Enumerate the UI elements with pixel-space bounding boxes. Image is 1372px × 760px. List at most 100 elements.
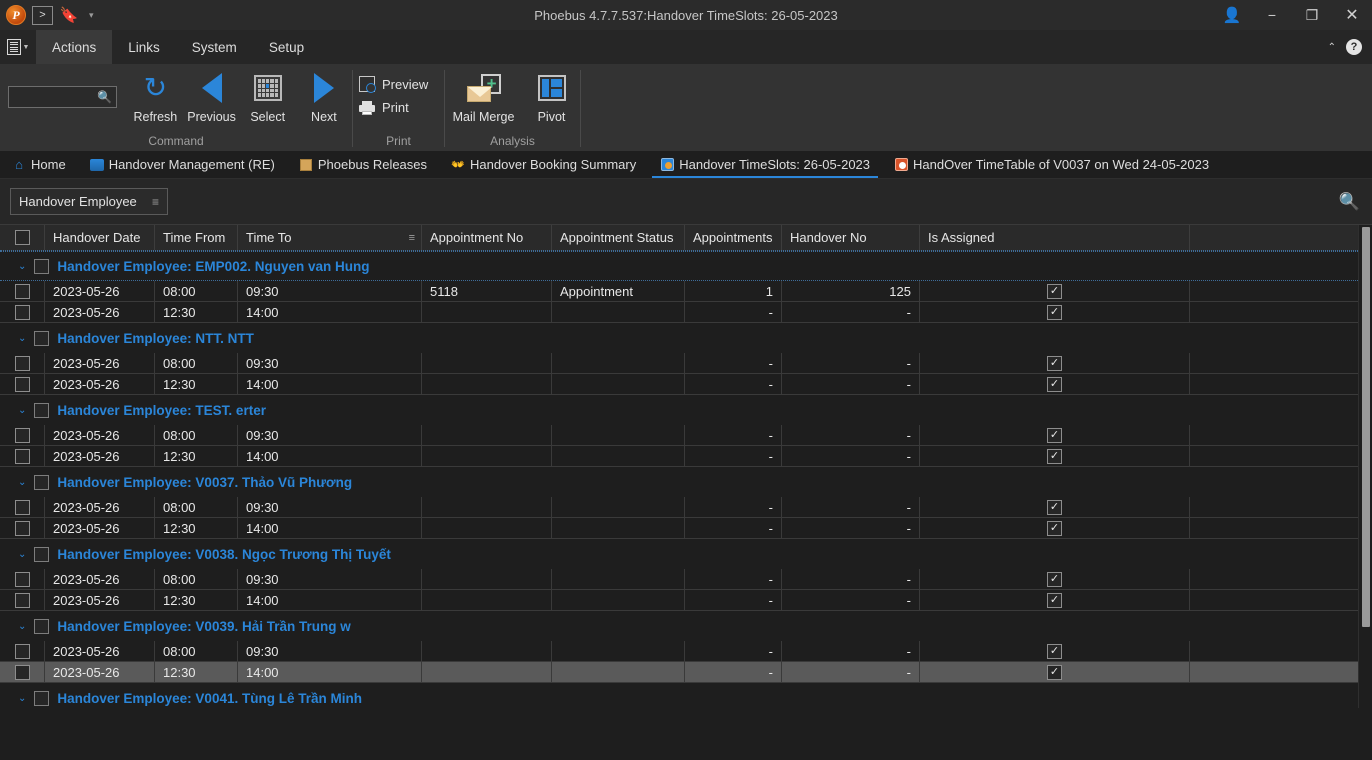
row-select-checkbox[interactable] bbox=[14, 643, 30, 659]
menu-item-system[interactable]: System bbox=[176, 30, 253, 64]
grid-header-appointment-no[interactable]: Appointment No bbox=[422, 225, 552, 250]
tab-handover-timeslots[interactable]: Handover TimeSlots: 26-05-2023 bbox=[648, 151, 882, 178]
is-assigned-checkbox[interactable]: ✓ bbox=[1047, 376, 1062, 392]
sort-icon[interactable]: ≡ bbox=[152, 195, 159, 209]
row-select-checkbox[interactable] bbox=[14, 448, 30, 464]
row-select-checkbox-cell[interactable] bbox=[0, 353, 45, 373]
grid-vertical-scrollbar[interactable] bbox=[1358, 225, 1372, 708]
chevron-down-icon[interactable]: ⌄ bbox=[18, 549, 26, 560]
cell-is-assigned[interactable]: ✓ bbox=[920, 446, 1190, 466]
cell-is-assigned[interactable]: ✓ bbox=[920, 353, 1190, 373]
sort-icon[interactable]: ≡ bbox=[409, 232, 415, 244]
chevron-down-icon[interactable]: ▾ bbox=[85, 10, 98, 21]
is-assigned-checkbox[interactable]: ✓ bbox=[1047, 664, 1062, 680]
cell-is-assigned[interactable]: ✓ bbox=[920, 425, 1190, 445]
ribbon-search-input[interactable]: 🔍 bbox=[8, 86, 118, 108]
tab-handover-booking-summary[interactable]: 👐 Handover Booking Summary bbox=[439, 151, 648, 178]
table-row[interactable]: 2023-05-26 12:30 14:00 - - ✓ bbox=[0, 590, 1372, 611]
chevron-down-icon[interactable]: ⌄ bbox=[18, 405, 26, 416]
group-header-row[interactable]: ⌄ Handover Employee: V0041. Tùng Lê Trần … bbox=[0, 683, 1372, 708]
menu-item-links[interactable]: Links bbox=[112, 30, 176, 64]
row-select-checkbox[interactable] bbox=[14, 376, 30, 392]
row-select-checkbox[interactable] bbox=[14, 520, 30, 536]
next-button[interactable]: Next bbox=[296, 70, 352, 124]
row-select-checkbox-cell[interactable] bbox=[0, 518, 45, 538]
app-menu-icon[interactable]: ▼ bbox=[0, 30, 36, 64]
table-row[interactable]: 2023-05-26 12:30 14:00 - - ✓ bbox=[0, 518, 1372, 539]
row-select-checkbox-cell[interactable] bbox=[0, 497, 45, 517]
is-assigned-checkbox[interactable]: ✓ bbox=[1047, 448, 1062, 464]
grid-header-time-to[interactable]: Time To ≡ bbox=[238, 225, 422, 250]
is-assigned-checkbox[interactable]: ✓ bbox=[1047, 643, 1062, 659]
minimize-button[interactable]: − bbox=[1252, 0, 1292, 30]
pivot-button[interactable]: Pivot bbox=[526, 70, 578, 124]
group-select-checkbox[interactable] bbox=[34, 258, 50, 274]
row-select-checkbox-cell[interactable] bbox=[0, 641, 45, 661]
row-select-checkbox-cell[interactable] bbox=[0, 590, 45, 610]
menu-item-actions[interactable]: Actions bbox=[36, 30, 113, 64]
grid-header-select-all[interactable] bbox=[0, 225, 45, 250]
preview-button[interactable]: Preview bbox=[353, 74, 438, 94]
row-select-checkbox-cell[interactable] bbox=[0, 302, 45, 322]
row-select-checkbox-cell[interactable] bbox=[0, 446, 45, 466]
group-select-checkbox[interactable] bbox=[34, 690, 50, 706]
refresh-button[interactable]: ↻ Refresh bbox=[127, 70, 183, 125]
group-header-row[interactable]: ⌄ Handover Employee: NTT. NTT bbox=[0, 323, 1372, 353]
table-row[interactable]: 2023-05-26 08:00 09:30 - - ✓ bbox=[0, 569, 1372, 590]
row-select-checkbox-cell[interactable] bbox=[0, 569, 45, 589]
is-assigned-checkbox[interactable]: ✓ bbox=[1047, 283, 1062, 299]
row-select-checkbox[interactable] bbox=[14, 355, 30, 371]
group-select-checkbox[interactable] bbox=[34, 474, 50, 490]
is-assigned-checkbox[interactable]: ✓ bbox=[1047, 304, 1062, 320]
row-select-checkbox[interactable] bbox=[14, 304, 30, 320]
row-select-checkbox[interactable] bbox=[14, 664, 30, 680]
user-icon[interactable]: 👤 bbox=[1212, 0, 1252, 30]
row-select-checkbox-cell[interactable] bbox=[0, 425, 45, 445]
search-icon[interactable]: 🔍 bbox=[1339, 192, 1360, 212]
grid-scrollbar-thumb[interactable] bbox=[1362, 227, 1370, 627]
console-icon[interactable]: > bbox=[32, 5, 53, 25]
grid-header-appointments[interactable]: Appointments bbox=[685, 225, 782, 250]
row-select-checkbox[interactable] bbox=[14, 499, 30, 515]
print-button[interactable]: Print bbox=[353, 98, 438, 117]
tab-home[interactable]: ⌂ Home bbox=[0, 151, 78, 178]
cell-is-assigned[interactable]: ✓ bbox=[920, 518, 1190, 538]
close-button[interactable]: ✕ bbox=[1332, 0, 1372, 30]
maximize-button[interactable]: ❐ bbox=[1292, 0, 1332, 30]
group-header-row[interactable]: ⌄ Handover Employee: V0038. Ngọc Trương T… bbox=[0, 539, 1372, 569]
group-header-row[interactable]: ⌄ Handover Employee: V0039. Hải Trần Trun… bbox=[0, 611, 1372, 641]
cell-is-assigned[interactable]: ✓ bbox=[920, 374, 1190, 394]
cell-is-assigned[interactable]: ✓ bbox=[920, 302, 1190, 322]
is-assigned-checkbox[interactable]: ✓ bbox=[1047, 592, 1062, 608]
group-by-chip-handover-employee[interactable]: Handover Employee ≡ bbox=[10, 188, 168, 215]
table-row[interactable]: 2023-05-26 12:30 14:00 - - ✓ bbox=[0, 302, 1372, 323]
grid-header-is-assigned[interactable]: Is Assigned bbox=[920, 225, 1190, 250]
chevron-down-icon[interactable]: ⌄ bbox=[18, 693, 26, 704]
select-button[interactable]: Select bbox=[240, 70, 296, 124]
collapse-ribbon-icon[interactable]: ⌃ bbox=[1328, 42, 1336, 53]
row-select-checkbox-cell[interactable] bbox=[0, 281, 45, 301]
tab-handover-management[interactable]: Handover Management (RE) bbox=[78, 151, 287, 178]
group-header-row[interactable]: ⌄ Handover Employee: V0037. Thảo Vũ Phươn… bbox=[0, 467, 1372, 497]
grid-header-appointment-status[interactable]: Appointment Status bbox=[552, 225, 685, 250]
is-assigned-checkbox[interactable]: ✓ bbox=[1047, 571, 1062, 587]
grid-header-time-from[interactable]: Time From bbox=[155, 225, 238, 250]
mail-merge-button[interactable]: + Mail Merge bbox=[448, 70, 520, 124]
row-select-checkbox[interactable] bbox=[14, 571, 30, 587]
row-select-checkbox[interactable] bbox=[14, 283, 30, 299]
grid-header-handover-no[interactable]: Handover No bbox=[782, 225, 920, 250]
table-row[interactable]: 2023-05-26 12:30 14:00 - - ✓ bbox=[0, 446, 1372, 467]
group-header-row[interactable]: ⌄ Handover Employee: EMP002. Nguyen van H… bbox=[0, 251, 1372, 281]
cell-is-assigned[interactable]: ✓ bbox=[920, 590, 1190, 610]
table-row[interactable]: 2023-05-26 08:00 09:30 5118 Appointment 1 125 ✓ bbox=[0, 281, 1372, 302]
row-select-checkbox-cell[interactable] bbox=[0, 662, 45, 682]
group-header-row[interactable]: ⌄ Handover Employee: TEST. erter bbox=[0, 395, 1372, 425]
cell-is-assigned[interactable]: ✓ bbox=[920, 281, 1190, 301]
help-icon[interactable]: ? bbox=[1346, 39, 1362, 55]
cell-is-assigned[interactable]: ✓ bbox=[920, 569, 1190, 589]
tab-handover-timetable[interactable]: HandOver TimeTable of V0037 on Wed 24-05… bbox=[882, 151, 1221, 178]
is-assigned-checkbox[interactable]: ✓ bbox=[1047, 355, 1062, 371]
is-assigned-checkbox[interactable]: ✓ bbox=[1047, 520, 1062, 536]
menu-item-setup[interactable]: Setup bbox=[253, 30, 320, 64]
table-row[interactable]: 2023-05-26 08:00 09:30 - - ✓ bbox=[0, 425, 1372, 446]
